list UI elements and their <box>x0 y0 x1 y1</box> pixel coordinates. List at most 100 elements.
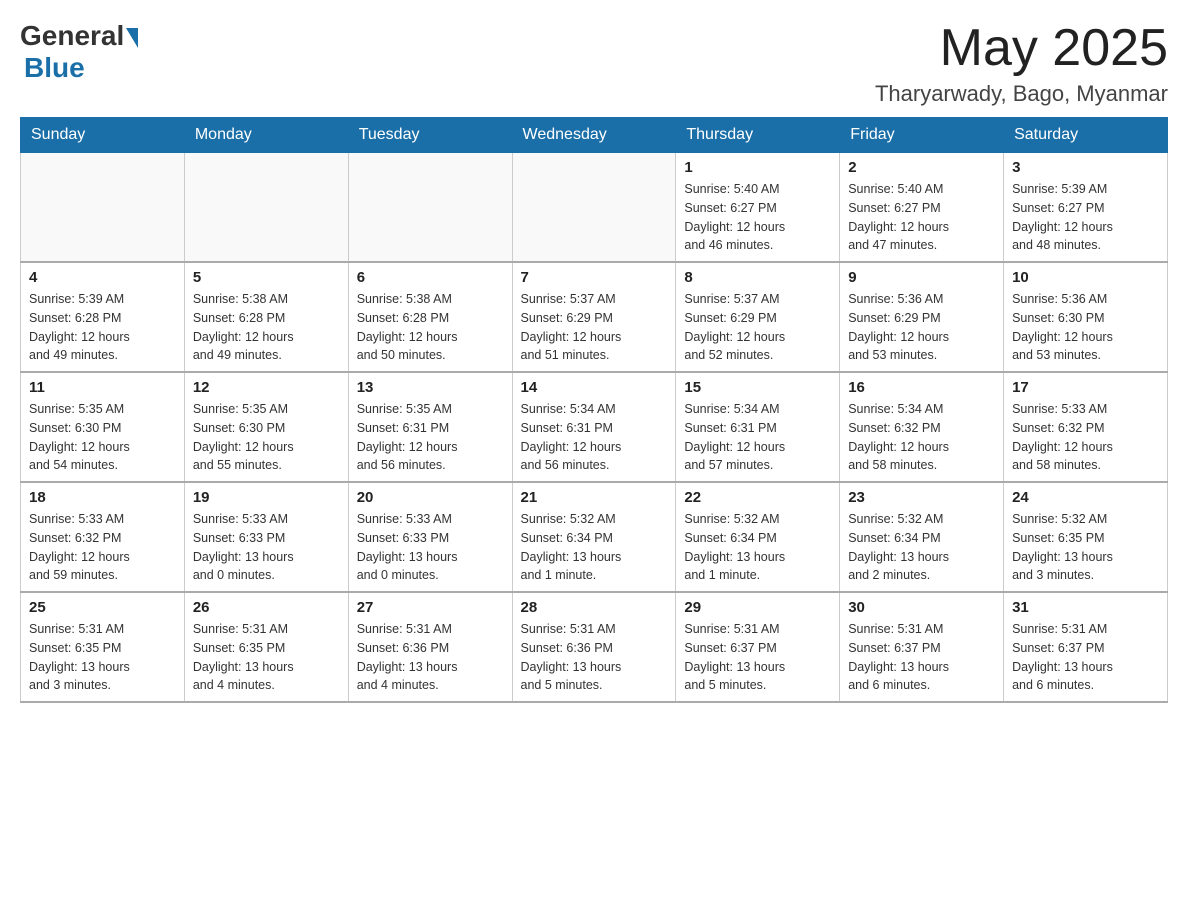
day-info: Sunrise: 5:31 AMSunset: 6:35 PMDaylight:… <box>193 620 340 695</box>
weekday-header-sunday: Sunday <box>21 118 185 153</box>
day-number: 3 <box>1012 159 1159 176</box>
day-number: 15 <box>684 379 831 396</box>
calendar-week-5: 25 Sunrise: 5:31 AMSunset: 6:35 PMDayligh… <box>21 592 1168 702</box>
day-info: Sunrise: 5:33 AMSunset: 6:32 PMDaylight:… <box>29 510 176 585</box>
calendar-cell: 21Sunrise: 5:32 AMSunset: 6:34 PMDayligh… <box>512 482 676 592</box>
day-number: 19 <box>193 489 340 506</box>
day-info: Sunrise: 5:31 AMSunset: 6:37 PMDaylight:… <box>1012 620 1159 695</box>
day-info: Sunrise: 5:32 AMSunset: 6:34 PMDaylight:… <box>684 510 831 585</box>
logo-general-text: General <box>20 20 124 52</box>
day-number: 29 <box>684 599 831 616</box>
calendar-cell: 26 Sunrise: 5:31 AMSunset: 6:35 PMDayligh… <box>184 592 348 702</box>
calendar-cell <box>348 153 512 263</box>
calendar-week-3: 11 Sunrise: 5:35 AMSunset: 6:30 PMDayligh… <box>21 372 1168 482</box>
day-number: 27 <box>357 599 504 616</box>
month-year-title: May 2025 <box>875 20 1168 77</box>
day-number: 24 <box>1012 489 1159 506</box>
day-info: Sunrise: 5:35 AMSunset: 6:31 PMDaylight:… <box>357 400 504 475</box>
calendar-cell: 2 Sunrise: 5:40 AMSunset: 6:27 PMDaylight… <box>840 153 1004 263</box>
day-number: 8 <box>684 269 831 286</box>
calendar-cell: 29Sunrise: 5:31 AMSunset: 6:37 PMDayligh… <box>676 592 840 702</box>
day-info: Sunrise: 5:31 AMSunset: 6:36 PMDaylight:… <box>521 620 668 695</box>
day-info: Sunrise: 5:32 AMSunset: 6:34 PMDaylight:… <box>521 510 668 585</box>
calendar-cell: 15 Sunrise: 5:34 AMSunset: 6:31 PMDayligh… <box>676 372 840 482</box>
calendar-cell: 13 Sunrise: 5:35 AMSunset: 6:31 PMDayligh… <box>348 372 512 482</box>
calendar-cell: 30 Sunrise: 5:31 AMSunset: 6:37 PMDayligh… <box>840 592 1004 702</box>
day-info: Sunrise: 5:31 AMSunset: 6:35 PMDaylight:… <box>29 620 176 695</box>
day-info: Sunrise: 5:38 AMSunset: 6:28 PMDaylight:… <box>193 290 340 365</box>
day-number: 23 <box>848 489 995 506</box>
day-info: Sunrise: 5:37 AMSunset: 6:29 PMDaylight:… <box>521 290 668 365</box>
calendar-cell: 17 Sunrise: 5:33 AMSunset: 6:32 PMDayligh… <box>1004 372 1168 482</box>
calendar-cell: 4 Sunrise: 5:39 AMSunset: 6:28 PMDaylight… <box>21 262 185 372</box>
day-number: 1 <box>684 159 831 176</box>
calendar-cell: 27 Sunrise: 5:31 AMSunset: 6:36 PMDayligh… <box>348 592 512 702</box>
location-subtitle: Tharyarwady, Bago, Myanmar <box>875 81 1168 107</box>
calendar-cell: 5 Sunrise: 5:38 AMSunset: 6:28 PMDaylight… <box>184 262 348 372</box>
day-number: 18 <box>29 489 176 506</box>
calendar-cell: 23Sunrise: 5:32 AMSunset: 6:34 PMDayligh… <box>840 482 1004 592</box>
day-number: 12 <box>193 379 340 396</box>
day-number: 30 <box>848 599 995 616</box>
day-info: Sunrise: 5:36 AMSunset: 6:29 PMDaylight:… <box>848 290 995 365</box>
calendar-cell: 22 Sunrise: 5:32 AMSunset: 6:34 PMDayligh… <box>676 482 840 592</box>
day-info: Sunrise: 5:31 AMSunset: 6:37 PMDaylight:… <box>848 620 995 695</box>
day-info: Sunrise: 5:39 AMSunset: 6:27 PMDaylight:… <box>1012 180 1159 255</box>
calendar-cell: 12Sunrise: 5:35 AMSunset: 6:30 PMDayligh… <box>184 372 348 482</box>
day-number: 22 <box>684 489 831 506</box>
title-block: May 2025 Tharyarwady, Bago, Myanmar <box>875 20 1168 107</box>
calendar-cell <box>184 153 348 263</box>
weekday-header-tuesday: Tuesday <box>348 118 512 153</box>
day-info: Sunrise: 5:34 AMSunset: 6:31 PMDaylight:… <box>521 400 668 475</box>
day-info: Sunrise: 5:34 AMSunset: 6:31 PMDaylight:… <box>684 400 831 475</box>
day-number: 28 <box>521 599 668 616</box>
day-number: 25 <box>29 599 176 616</box>
calendar-cell: 24 Sunrise: 5:32 AMSunset: 6:35 PMDayligh… <box>1004 482 1168 592</box>
day-number: 31 <box>1012 599 1159 616</box>
logo-blue-text: Blue <box>24 52 85 84</box>
day-number: 26 <box>193 599 340 616</box>
weekday-header-friday: Friday <box>840 118 1004 153</box>
calendar-cell <box>512 153 676 263</box>
day-info: Sunrise: 5:35 AMSunset: 6:30 PMDaylight:… <box>29 400 176 475</box>
day-number: 11 <box>29 379 176 396</box>
day-number: 13 <box>357 379 504 396</box>
day-info: Sunrise: 5:37 AMSunset: 6:29 PMDaylight:… <box>684 290 831 365</box>
day-info: Sunrise: 5:32 AMSunset: 6:35 PMDaylight:… <box>1012 510 1159 585</box>
calendar-cell: 8 Sunrise: 5:37 AMSunset: 6:29 PMDaylight… <box>676 262 840 372</box>
day-info: Sunrise: 5:33 AMSunset: 6:32 PMDaylight:… <box>1012 400 1159 475</box>
day-number: 6 <box>357 269 504 286</box>
calendar-table: SundayMondayTuesdayWednesdayThursdayFrid… <box>20 117 1168 703</box>
day-info: Sunrise: 5:39 AMSunset: 6:28 PMDaylight:… <box>29 290 176 365</box>
calendar-cell: 7Sunrise: 5:37 AMSunset: 6:29 PMDaylight… <box>512 262 676 372</box>
calendar-cell: 14Sunrise: 5:34 AMSunset: 6:31 PMDayligh… <box>512 372 676 482</box>
weekday-header-thursday: Thursday <box>676 118 840 153</box>
day-number: 16 <box>848 379 995 396</box>
calendar-cell: 28 Sunrise: 5:31 AMSunset: 6:36 PMDayligh… <box>512 592 676 702</box>
day-number: 2 <box>848 159 995 176</box>
calendar-cell: 18 Sunrise: 5:33 AMSunset: 6:32 PMDayligh… <box>21 482 185 592</box>
logo: General Blue <box>20 20 138 84</box>
day-number: 9 <box>848 269 995 286</box>
calendar-cell: 3 Sunrise: 5:39 AMSunset: 6:27 PMDaylight… <box>1004 153 1168 263</box>
day-info: Sunrise: 5:40 AMSunset: 6:27 PMDaylight:… <box>684 180 831 255</box>
calendar-week-4: 18 Sunrise: 5:33 AMSunset: 6:32 PMDayligh… <box>21 482 1168 592</box>
calendar-cell: 16 Sunrise: 5:34 AMSunset: 6:32 PMDayligh… <box>840 372 1004 482</box>
day-info: Sunrise: 5:33 AMSunset: 6:33 PMDaylight:… <box>193 510 340 585</box>
weekday-header-wednesday: Wednesday <box>512 118 676 153</box>
calendar-cell: 11 Sunrise: 5:35 AMSunset: 6:30 PMDayligh… <box>21 372 185 482</box>
calendar-cell: 6Sunrise: 5:38 AMSunset: 6:28 PMDaylight… <box>348 262 512 372</box>
calendar-cell: 20Sunrise: 5:33 AMSunset: 6:33 PMDayligh… <box>348 482 512 592</box>
day-info: Sunrise: 5:31 AMSunset: 6:36 PMDaylight:… <box>357 620 504 695</box>
day-info: Sunrise: 5:40 AMSunset: 6:27 PMDaylight:… <box>848 180 995 255</box>
calendar-week-1: 1 Sunrise: 5:40 AMSunset: 6:27 PMDaylight… <box>21 153 1168 263</box>
day-number: 4 <box>29 269 176 286</box>
weekday-header-saturday: Saturday <box>1004 118 1168 153</box>
day-info: Sunrise: 5:34 AMSunset: 6:32 PMDaylight:… <box>848 400 995 475</box>
weekday-header-monday: Monday <box>184 118 348 153</box>
day-number: 5 <box>193 269 340 286</box>
logo-triangle-icon <box>126 28 138 48</box>
day-number: 17 <box>1012 379 1159 396</box>
day-info: Sunrise: 5:36 AMSunset: 6:30 PMDaylight:… <box>1012 290 1159 365</box>
calendar-cell: 1 Sunrise: 5:40 AMSunset: 6:27 PMDaylight… <box>676 153 840 263</box>
